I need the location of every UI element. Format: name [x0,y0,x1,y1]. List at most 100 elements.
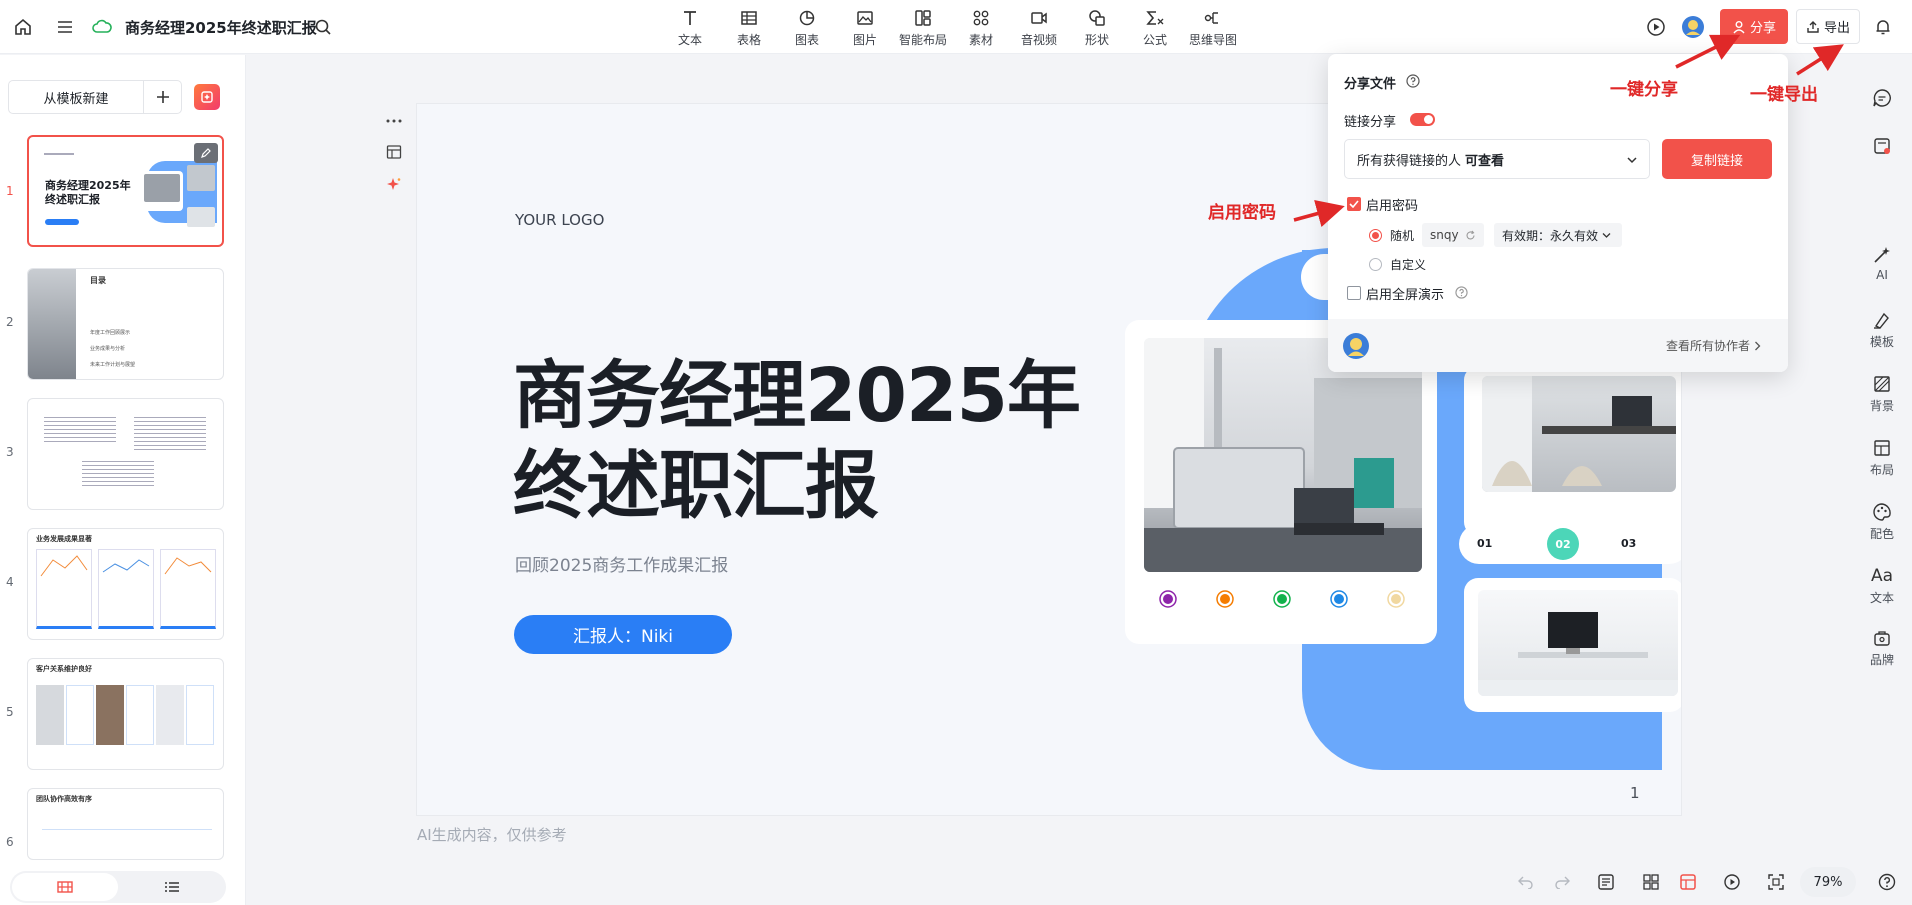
tool-media[interactable]: 音视频 [1010,8,1068,48]
slide-layout-icon[interactable] [383,141,405,163]
color-dot[interactable] [1391,594,1401,604]
home-icon[interactable] [10,14,36,40]
permission-prefix: 所有获得链接的人 [1357,153,1462,169]
rail-layout[interactable]: 布局 [1865,438,1899,478]
fit-screen-icon[interactable] [1765,871,1787,893]
desk-photo[interactable] [1482,376,1676,492]
chevron-down-icon [1602,232,1611,238]
shape-icon [1086,8,1108,28]
photo-card-bottom[interactable] [1464,578,1681,712]
copy-link-button[interactable]: 复制链接 [1662,139,1772,179]
password-value-field[interactable]: snqy [1422,223,1484,247]
menu-icon[interactable] [52,14,78,40]
undo-icon[interactable] [1515,871,1537,893]
normal-view-icon[interactable] [1677,871,1699,893]
rail-text[interactable]: Aa 文本 [1865,566,1899,606]
ai-sparkle-icon[interactable] [383,174,405,196]
document-title[interactable]: 商务经理2025年终述职汇报 [125,17,317,38]
random-password-radio[interactable] [1369,229,1382,242]
search-icon[interactable] [310,14,336,40]
plus-icon [156,91,169,103]
speaker-notes-icon[interactable] [1595,871,1617,893]
notes-button[interactable] [1865,136,1899,156]
help-icon[interactable] [1455,286,1468,299]
slide-thumbnail-4[interactable]: 业务发展成果显著 [27,528,224,640]
color-dot[interactable] [1334,594,1344,604]
thumb-photo [36,685,64,745]
chart-icon [796,8,818,28]
tool-formula[interactable]: 公式 [1126,8,1184,48]
slide-thumbnail-5[interactable]: 客户关系维护良好 [27,658,224,770]
present-icon[interactable] [1721,871,1743,893]
tool-smart-layout[interactable]: 智能布局 [894,8,952,48]
slide-number: 1 [6,184,14,198]
tab-slides-view[interactable] [12,873,118,901]
help-icon[interactable] [1406,74,1420,88]
random-label: 随机 [1390,229,1415,243]
validity-select[interactable]: 有效期：永久有效 [1494,223,1622,247]
more-options-icon[interactable] [383,110,405,132]
step-number[interactable]: 03 [1621,537,1636,550]
photo-card-top[interactable] [1464,366,1681,536]
color-dot[interactable] [1277,594,1287,604]
reporter-pill[interactable]: 汇报人：Niki [514,615,732,654]
step-number[interactable]: 01 [1477,537,1492,550]
slide-thumbnail-3[interactable] [27,398,224,510]
workspace-photo[interactable] [1478,590,1678,696]
tool-assets[interactable]: 素材 [952,8,1010,48]
comment-button[interactable] [1865,88,1899,108]
color-dot[interactable] [1163,594,1173,604]
chevron-down-icon [1627,157,1637,164]
view-collaborators-link[interactable]: 查看所有协作者 [1666,337,1761,354]
slide-thumbnail-6[interactable]: 团队协作高效有序 [27,788,224,860]
collaborator-avatar[interactable] [1342,332,1370,360]
share-button[interactable]: 分享 [1720,9,1788,44]
tab-outline-view[interactable] [120,873,224,901]
slide-thumbnail-2[interactable]: 目录 年度工作回顾展示 业务成果与分析 未来工作计划与展望 [27,268,224,380]
export-button[interactable]: 导出 [1796,9,1860,44]
thumb-title: 商务经理2025年 终述职汇报 [45,179,131,206]
slide-title[interactable]: 商务经理2025年 终述职汇报 [513,351,1081,531]
grid-view-icon[interactable] [1640,871,1662,893]
fullscreen-checkbox[interactable] [1347,286,1361,300]
tool-mindmap[interactable]: 思维导图 [1184,8,1242,48]
slide-logo-text[interactable]: YOUR LOGO [515,211,604,229]
tool-shape[interactable]: 形状 [1068,8,1126,48]
thumb-toc-item: 年度工作回顾展示 [90,330,131,336]
zoom-level[interactable]: 79% [1800,867,1856,897]
slide-number: 2 [6,315,14,329]
rail-background[interactable]: 背景 [1865,374,1899,414]
play-icon[interactable] [1643,14,1669,40]
tool-label: 公式 [1142,33,1167,47]
permission-select[interactable]: 所有获得链接的人 可查看 [1344,139,1650,179]
ai-generate-button[interactable] [194,84,220,110]
step-number-active[interactable]: 02 [1547,528,1579,560]
help-icon[interactable] [1876,871,1898,893]
color-dot[interactable] [1220,594,1230,604]
office-photo[interactable] [1144,338,1422,572]
custom-password-radio[interactable] [1369,258,1382,271]
rail-template[interactable]: 模板 [1865,310,1899,350]
thumb-edit-icon[interactable] [194,143,218,163]
add-slide-button[interactable] [144,80,182,114]
redo-icon[interactable] [1551,871,1573,893]
new-from-template-button[interactable]: 从模板新建 [8,80,144,114]
color-dot-row [1159,590,1407,608]
rail-ai[interactable]: AI [1865,245,1899,282]
rail-palette[interactable]: 配色 [1865,502,1899,542]
rail-label: 品牌 [1869,653,1894,667]
tool-text[interactable]: 文本 [661,8,719,48]
enable-password-checkbox[interactable] [1347,197,1361,211]
top-toolbar: 商务经理2025年终述职汇报 文本 表格 图表 图片 智能布局 素材 音视频 形… [0,0,1912,54]
tool-chart[interactable]: 图表 [778,8,836,48]
refresh-icon[interactable] [1465,230,1476,241]
slide-thumbnail-1[interactable]: 商务经理2025年 终述职汇报 [27,135,224,247]
bell-icon[interactable] [1870,14,1896,40]
user-avatar[interactable] [1680,14,1706,40]
slide-subtitle[interactable]: 回顾2025商务工作成果汇报 [515,551,728,576]
rail-brand[interactable]: 品牌 [1865,628,1899,668]
tool-image[interactable]: 图片 [836,8,894,48]
thumb-toc-item: 业务成果与分析 [90,346,126,352]
tool-table[interactable]: 表格 [720,8,778,48]
link-share-toggle[interactable] [1410,113,1435,126]
